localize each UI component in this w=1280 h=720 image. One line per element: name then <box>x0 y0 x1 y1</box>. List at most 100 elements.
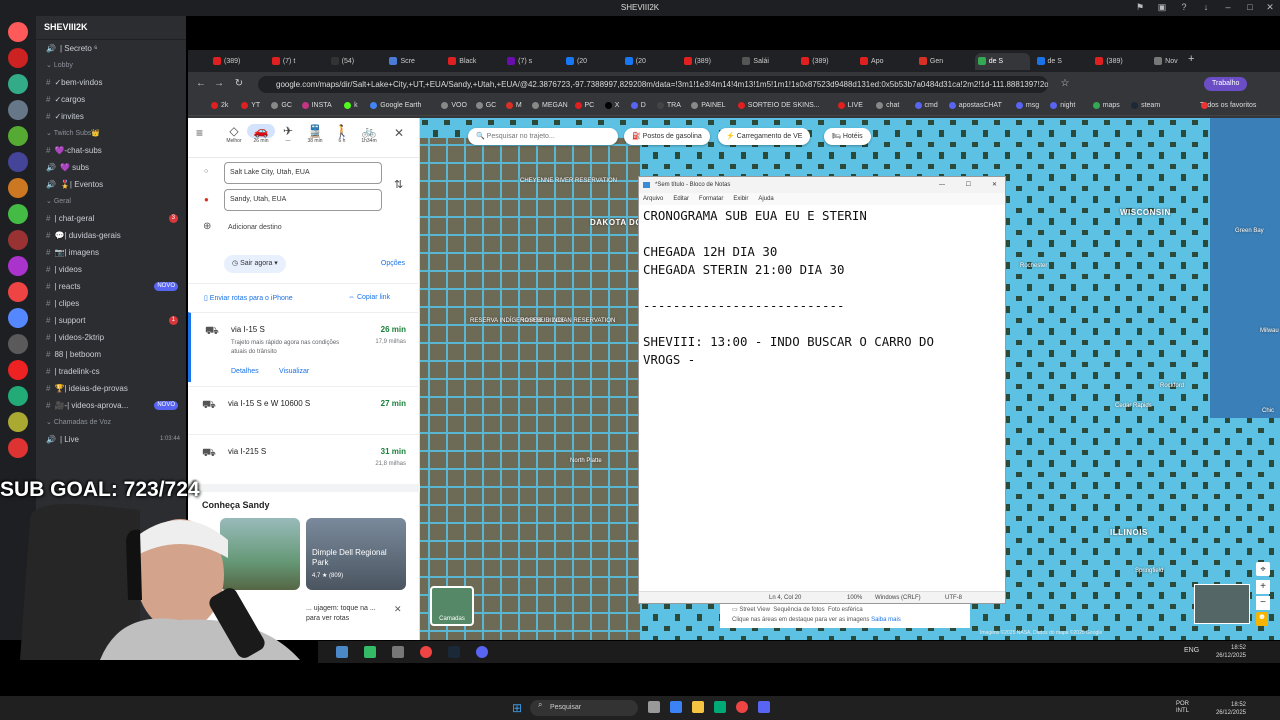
notepad-text-area[interactable]: CRONOGRAMA SUB EUA EU E STERIN CHEGADA 1… <box>643 207 934 369</box>
map-place-label[interactable]: WISCONSIN <box>1120 208 1171 217</box>
taskbar-app-icon[interactable] <box>714 701 726 713</box>
discord-icon[interactable] <box>758 701 770 713</box>
taskbar-app-icon[interactable] <box>364 646 376 658</box>
origin-input[interactable]: Salt Lake City, Utah, EUA <box>224 162 382 184</box>
browser-tab[interactable]: Gen <box>916 53 971 70</box>
bookmark-item[interactable]: steam <box>1130 100 1160 112</box>
learn-more-link[interactable]: Saiba mais <box>871 617 901 623</box>
server-name[interactable]: SHEVIII2K <box>36 16 186 40</box>
server-icon[interactable] <box>8 178 28 198</box>
server-icon[interactable] <box>8 126 28 146</box>
travel-mode-tab[interactable]: ✈ — <box>274 124 302 144</box>
view-link[interactable]: Visualizar <box>279 368 309 375</box>
channel-category[interactable]: ⌄ Geral <box>36 193 186 210</box>
bookmark-item[interactable]: LIVE <box>837 100 863 112</box>
bookmark-item[interactable]: VOO <box>440 100 467 112</box>
travel-mode-tab[interactable]: 🚆 38 min <box>301 124 329 144</box>
footer-photos[interactable]: Sequência de fotos <box>773 607 824 613</box>
server-icon[interactable] <box>8 386 28 406</box>
server-icon[interactable] <box>8 282 28 302</box>
channel-item[interactable]: # | support 1 <box>36 312 186 329</box>
channel-item[interactable]: #88 | betboom <box>36 346 186 363</box>
server-icon[interactable] <box>8 230 28 250</box>
route-option[interactable]: ⛟ via I-15 S 26 min 17,9 milhas Trajeto … <box>188 312 420 382</box>
inner-language[interactable]: ENG <box>1184 647 1199 654</box>
bookmark-item[interactable]: Google Earth <box>369 100 421 112</box>
menu-item[interactable]: Exibir <box>733 196 748 202</box>
browser-tab[interactable]: (20 <box>622 53 677 70</box>
bookmark-item[interactable]: PC <box>574 100 594 112</box>
close-icon[interactable]: ✕ <box>992 177 997 193</box>
new-tab-icon[interactable]: + <box>1188 53 1194 65</box>
inbox-icon[interactable]: ▣ <box>1156 2 1168 14</box>
route-search-input[interactable]: 🔍 Pesquisar no trajeto... <box>468 128 618 145</box>
server-icon[interactable] <box>8 204 28 224</box>
map-place-label[interactable]: Milwau <box>1260 328 1279 334</box>
server-icon[interactable] <box>8 74 28 94</box>
bookmark-item[interactable]: msg <box>1015 100 1039 112</box>
browser-tab[interactable]: (7) t <box>269 53 324 70</box>
forward-icon[interactable]: → <box>212 77 226 91</box>
channel-item[interactable]: # | videos <box>36 261 186 278</box>
map-place-label[interactable]: ROSEBUD INDIAN RESERVATION <box>520 318 615 324</box>
channel-item[interactable]: # 💜-chat-subs <box>36 142 186 159</box>
close-icon[interactable]: ✕ <box>1264 2 1276 14</box>
map-place-label[interactable]: Springfield <box>1135 568 1163 574</box>
browser-tab[interactable]: (389) <box>681 53 736 70</box>
server-icon[interactable] <box>8 334 28 354</box>
reload-icon[interactable]: ↻ <box>232 77 246 91</box>
chip-ev[interactable]: ⚡ Carregamento de VE <box>718 128 811 145</box>
menu-item[interactable]: Arquivo <box>643 196 663 202</box>
browser-tab[interactable]: (389) <box>1092 53 1147 70</box>
bookmark-item[interactable]: MEGAN <box>531 100 568 112</box>
server-icon[interactable] <box>8 256 28 276</box>
map-place-label[interactable]: North Platte <box>570 458 602 464</box>
depart-dropdown[interactable]: ◷ Sair agora ▾ <box>224 255 286 273</box>
footer-spherical[interactable]: Foto esférica <box>828 607 863 613</box>
close-icon[interactable]: ✕ <box>394 126 404 140</box>
street-view-thumbnail[interactable] <box>1194 584 1250 624</box>
profile-button[interactable]: Trabalho <box>1204 77 1248 91</box>
channel-item[interactable]: # 🎥-| videos-aprova... NOVO <box>36 397 186 414</box>
travel-mode-tab[interactable]: 🚲 1h34m <box>355 124 383 144</box>
bookmark-item[interactable]: PAINEL <box>690 100 726 112</box>
bookmark-item[interactable]: chat <box>875 100 899 112</box>
map-place-label[interactable]: ILLINOIS <box>1110 528 1148 537</box>
steam-icon[interactable] <box>448 646 460 658</box>
channel-item[interactable]: # 📷| imagens <box>36 244 186 261</box>
browser-tab[interactable]: (389) <box>210 53 265 70</box>
menu-item[interactable]: Ajuda <box>758 196 773 202</box>
menu-item[interactable]: Editar <box>673 196 689 202</box>
server-icon[interactable] <box>8 48 28 68</box>
map-place-label[interactable]: Cedar Rapids <box>1115 403 1152 409</box>
server-icon[interactable] <box>8 308 28 328</box>
server-icon[interactable] <box>8 152 28 172</box>
bookmark-item[interactable]: k <box>343 100 358 112</box>
browser-tab[interactable]: Scre <box>386 53 441 70</box>
bookmark-item[interactable]: GC <box>475 100 496 112</box>
map-place-label[interactable]: Rochester <box>1020 263 1047 269</box>
chip-hotels[interactable]: 🛏 Hotéis <box>824 128 871 145</box>
browser-tab[interactable]: (7) s <box>504 53 559 70</box>
bookmark-item[interactable]: GC <box>270 100 292 112</box>
my-location-icon[interactable]: ⌖ <box>1256 562 1270 576</box>
all-bookmarks[interactable]: Todos os favoritos <box>1200 100 1256 112</box>
taskbar-app-icon[interactable] <box>336 646 348 658</box>
route-option[interactable]: ⛟ via I-215 S 31 min 21,8 milhas <box>188 434 420 480</box>
zoom-in-icon[interactable]: + <box>1256 580 1270 594</box>
minimize-icon[interactable]: — <box>939 177 945 193</box>
channel-category[interactable]: ⌄ Twitch Subs👑 <box>36 125 186 142</box>
server-icon[interactable] <box>8 100 28 120</box>
channel-item[interactable]: # | clipes <box>36 295 186 312</box>
map-place-label[interactable]: Chic <box>1262 408 1274 414</box>
browser-tab[interactable]: Apo <box>857 53 912 70</box>
browser-tab[interactable]: (54) <box>328 53 383 70</box>
bookmark-star-icon[interactable]: ☆ <box>1058 77 1072 91</box>
inner-clock[interactable]: 18:52 26/12/2025 <box>1216 644 1246 660</box>
bookmark-item[interactable]: apostasCHAT <box>948 100 1002 112</box>
channel-item[interactable]: 🔊 💜 subs <box>36 159 186 176</box>
menu-item[interactable]: Formatar <box>699 196 723 202</box>
server-icon[interactable] <box>8 22 28 42</box>
back-icon[interactable]: ← <box>194 77 208 91</box>
chrome-icon[interactable] <box>420 646 432 658</box>
